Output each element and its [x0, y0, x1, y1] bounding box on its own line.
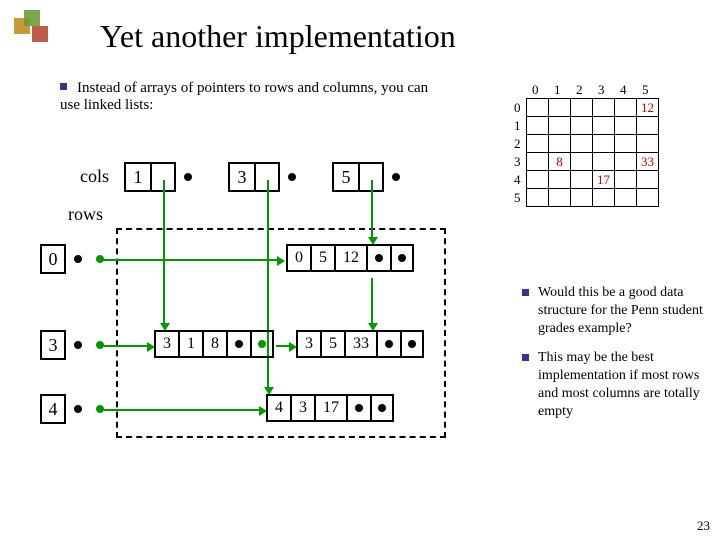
arrow-icon — [102, 345, 148, 347]
cell-ptr — [390, 244, 414, 272]
grid-cell: 12 — [637, 99, 659, 117]
cell-ptr — [370, 394, 394, 422]
cell-ptr — [400, 330, 424, 358]
node-3-5-33: 3 5 33 — [296, 330, 424, 358]
cell: 3 — [296, 330, 320, 358]
grid-row-label: 2 — [514, 136, 521, 152]
slide-title: Yet another implementation — [100, 18, 456, 55]
cell: 1 — [178, 330, 202, 358]
grid-row-label: 1 — [514, 118, 521, 134]
cell: 0 — [286, 244, 310, 272]
grid-col-label: 4 — [620, 82, 627, 98]
grid-col-label: 0 — [532, 82, 539, 98]
grid-col-label: 3 — [598, 82, 605, 98]
side-q: Would this be a good data structure for … — [538, 284, 712, 339]
grid-row-label: 3 — [514, 154, 521, 170]
cell: 33 — [344, 330, 376, 358]
cell: 5 — [320, 330, 344, 358]
cell-ptr — [250, 330, 274, 358]
dot-icon — [184, 173, 192, 181]
node-3-1-8: 3 1 8 — [154, 330, 274, 358]
grid-row-label: 0 — [514, 100, 521, 116]
cell: 5 — [310, 244, 334, 272]
grid-row-label: 5 — [514, 190, 521, 206]
row-head-1: 3 — [40, 330, 66, 360]
cols-label: cols — [80, 166, 109, 187]
arrow-icon — [371, 278, 373, 324]
sparse-grid: 12 8 33 17 — [526, 98, 659, 207]
node-4-3-17: 4 3 17 — [266, 394, 394, 422]
side-text: Would this be a good data structure for … — [522, 284, 712, 431]
arrow-icon — [102, 409, 260, 411]
intro-text: Instead of arrays of pointers to rows an… — [60, 80, 440, 114]
logo — [14, 10, 52, 48]
cell: 3 — [290, 394, 314, 422]
arrow-icon — [371, 180, 373, 238]
page-number: 23 — [697, 518, 710, 534]
cell-ptr — [346, 394, 370, 422]
node-0-5-12: 0 5 12 — [286, 244, 414, 272]
arrow-icon — [163, 180, 165, 324]
cell-ptr — [366, 244, 390, 272]
grid-cell: 17 — [593, 171, 615, 189]
cell-ptr — [226, 330, 250, 358]
col-head-0: 1 — [124, 162, 152, 192]
grid-col-label: 1 — [554, 82, 561, 98]
dot-icon — [392, 173, 400, 181]
grid-cell: 8 — [549, 153, 571, 171]
col-head-1: 3 — [228, 162, 256, 192]
bullet-icon — [60, 83, 67, 90]
bullet-icon — [522, 289, 529, 296]
side-a: This may be the best implementation if m… — [538, 349, 712, 422]
grid-cell: 33 — [637, 153, 659, 171]
cell: 3 — [154, 330, 178, 358]
rows-label: rows — [68, 204, 103, 225]
arrow-icon — [102, 259, 278, 261]
dot-icon — [74, 341, 82, 349]
intro-content: Instead of arrays of pointers to rows an… — [60, 80, 428, 113]
cell: 17 — [314, 394, 346, 422]
dot-icon — [74, 405, 82, 413]
cell-ptr — [376, 330, 400, 358]
bullet-icon — [522, 354, 529, 361]
cell: 4 — [266, 394, 290, 422]
dot-icon — [288, 173, 296, 181]
row-head-2: 4 — [40, 394, 66, 424]
cell: 8 — [202, 330, 226, 358]
col-head-2: 5 — [332, 162, 360, 192]
grid-row-label: 4 — [514, 172, 521, 188]
cell: 12 — [334, 244, 366, 272]
row-head-0: 0 — [40, 244, 66, 274]
arrow-icon — [276, 345, 290, 347]
grid-col-label: 5 — [642, 82, 649, 98]
dot-icon — [74, 255, 82, 263]
grid-col-label: 2 — [576, 82, 583, 98]
